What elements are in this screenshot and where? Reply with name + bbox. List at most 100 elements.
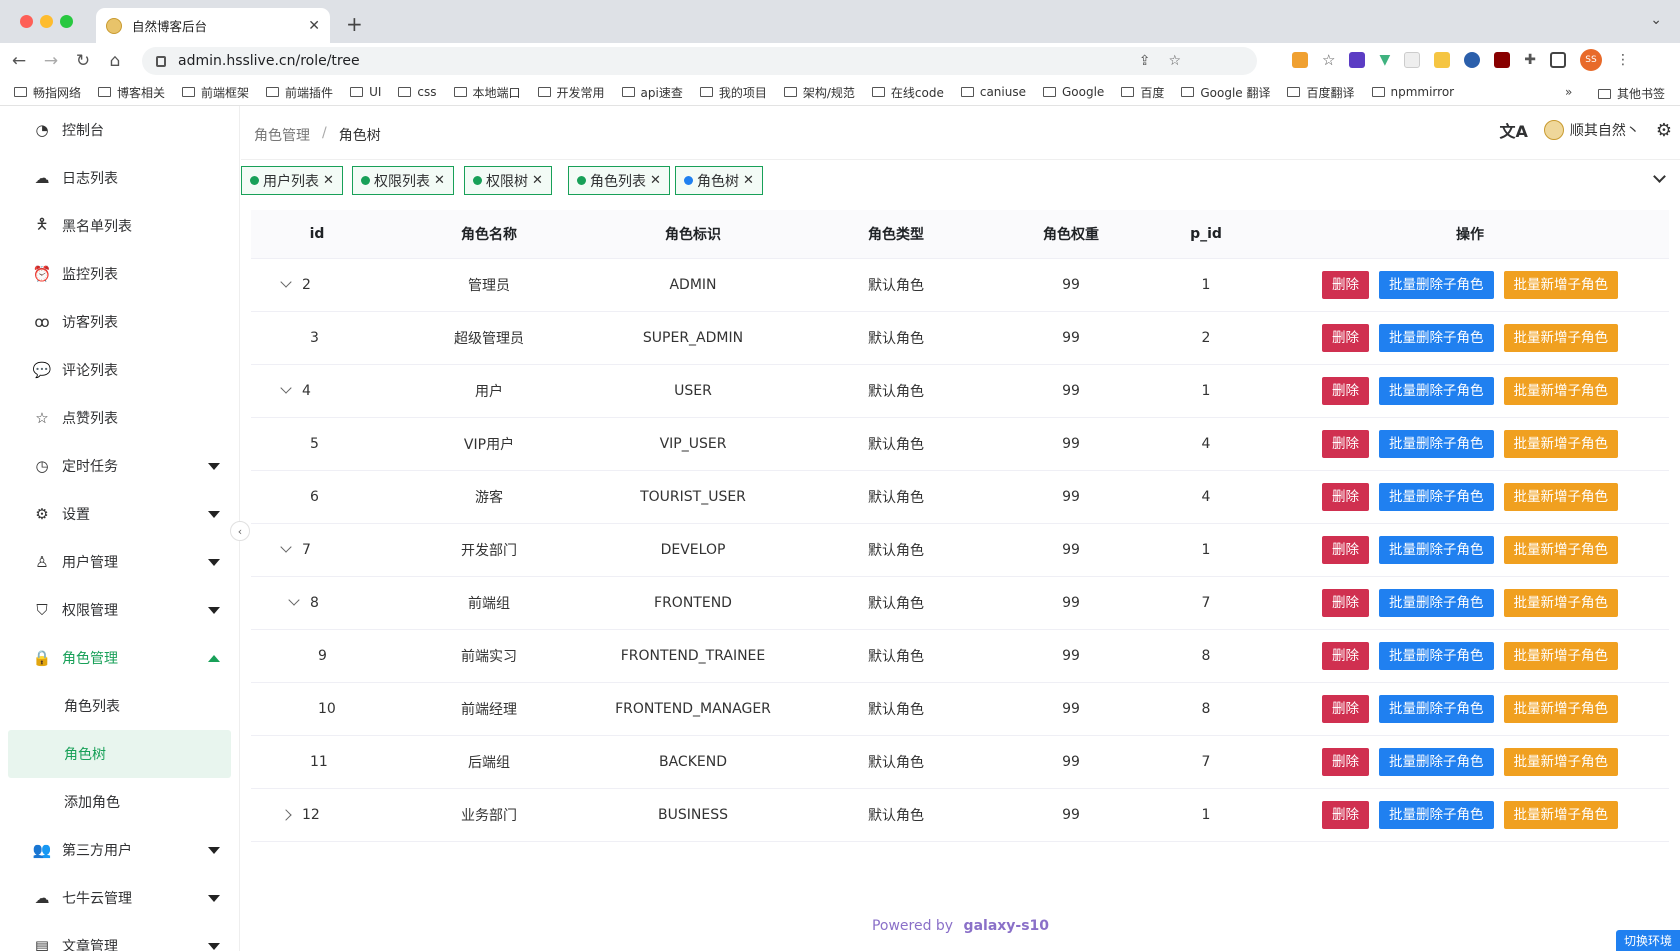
breadcrumb-parent[interactable]: 角色管理 bbox=[254, 125, 310, 145]
batch-add-children-button[interactable]: 批量新增子角色 bbox=[1503, 694, 1618, 723]
sidebar-item[interactable]: ♙ 用户管理 bbox=[0, 538, 239, 586]
forward-icon[interactable]: → bbox=[38, 51, 64, 71]
reload-icon[interactable]: ↻ bbox=[70, 51, 96, 71]
close-window-icon[interactable] bbox=[20, 15, 33, 28]
delete-button[interactable]: 删除 bbox=[1322, 535, 1369, 564]
star-extension-icon[interactable]: ☆ bbox=[1322, 51, 1335, 69]
batch-delete-children-button[interactable]: 批量删除子角色 bbox=[1379, 429, 1494, 458]
bookmark-item[interactable]: 前端插件 bbox=[266, 84, 333, 101]
batch-add-children-button[interactable]: 批量新增子角色 bbox=[1503, 270, 1618, 299]
tag-close-icon[interactable]: ✕ bbox=[323, 173, 334, 188]
batch-add-children-button[interactable]: 批量新增子角色 bbox=[1503, 376, 1618, 405]
side-panel-icon[interactable] bbox=[1549, 52, 1566, 68]
bookmark-item[interactable]: 博客相关 bbox=[98, 84, 165, 101]
sidebar-subitem[interactable]: 添加角色 bbox=[0, 778, 239, 826]
sidebar-item[interactable]: ▤ 文章管理 bbox=[0, 922, 239, 951]
collapse-sidebar-button[interactable]: ‹ bbox=[230, 521, 250, 541]
extension-icon[interactable] bbox=[1349, 52, 1366, 68]
batch-delete-children-button[interactable]: 批量删除子角色 bbox=[1379, 747, 1494, 776]
sidebar-item[interactable]: ☁ 七牛云管理 bbox=[0, 874, 239, 922]
delete-button[interactable]: 删除 bbox=[1322, 270, 1369, 299]
bookmark-item[interactable]: caniuse bbox=[960, 85, 1026, 99]
switch-env-button[interactable]: 切换环境 bbox=[1616, 930, 1680, 951]
profile-avatar[interactable]: SS bbox=[1579, 49, 1602, 71]
sidebar-item[interactable]: ☁ 日志列表 bbox=[0, 154, 239, 202]
tag-close-icon[interactable]: ✕ bbox=[434, 173, 445, 188]
extension-icon[interactable] bbox=[1464, 52, 1481, 68]
tag-close-icon[interactable]: ✕ bbox=[532, 173, 543, 188]
sidebar-item[interactable]: 🔒 角色管理 bbox=[0, 634, 239, 682]
sidebar-item[interactable]: 🯅 黑名单列表 bbox=[0, 202, 239, 250]
share-icon[interactable]: ⇪ bbox=[1139, 53, 1151, 69]
bookmark-item[interactable]: css bbox=[398, 85, 437, 99]
batch-delete-children-button[interactable]: 批量删除子角色 bbox=[1379, 323, 1494, 352]
tab-tag[interactable]: 角色树 ✕ bbox=[675, 166, 763, 195]
tab-tag[interactable]: 用户列表 ✕ bbox=[241, 166, 343, 195]
chevron-down-icon[interactable] bbox=[280, 541, 292, 553]
bookmark-item[interactable]: 本地端口 bbox=[453, 84, 521, 101]
batch-add-children-button[interactable]: 批量新增子角色 bbox=[1503, 641, 1618, 670]
bookmark-item[interactable]: UI bbox=[350, 85, 381, 99]
batch-delete-children-button[interactable]: 批量删除子角色 bbox=[1379, 694, 1494, 723]
delete-button[interactable]: 删除 bbox=[1322, 429, 1369, 458]
bookmark-item[interactable]: 开发常用 bbox=[537, 84, 605, 101]
maximize-window-icon[interactable] bbox=[60, 15, 73, 28]
batch-delete-children-button[interactable]: 批量删除子角色 bbox=[1379, 535, 1494, 564]
bookmark-star-icon[interactable]: ☆ bbox=[1168, 53, 1181, 69]
batch-delete-children-button[interactable]: 批量删除子角色 bbox=[1379, 270, 1494, 299]
tag-close-icon[interactable]: ✕ bbox=[650, 173, 661, 188]
batch-delete-children-button[interactable]: 批量删除子角色 bbox=[1379, 641, 1494, 670]
sidebar-item[interactable]: ꝏ 访客列表 bbox=[0, 298, 239, 346]
chevron-right-icon[interactable] bbox=[280, 808, 292, 821]
delete-button[interactable]: 删除 bbox=[1322, 376, 1369, 405]
sidebar-item[interactable]: 💬 评论列表 bbox=[0, 346, 239, 394]
batch-add-children-button[interactable]: 批量新增子角色 bbox=[1503, 588, 1618, 617]
batch-delete-children-button[interactable]: 批量删除子角色 bbox=[1379, 588, 1494, 617]
bookmark-item[interactable]: 畅指网络 bbox=[14, 84, 81, 101]
extension-icon[interactable] bbox=[1292, 52, 1308, 68]
batch-add-children-button[interactable]: 批量新增子角色 bbox=[1503, 800, 1618, 829]
footer-brand-link[interactable]: galaxy-s10 bbox=[964, 918, 1050, 934]
tab-search-icon[interactable]: ⌄ bbox=[1650, 12, 1662, 28]
batch-add-children-button[interactable]: 批量新增子角色 bbox=[1503, 323, 1618, 352]
minimize-window-icon[interactable] bbox=[40, 15, 53, 28]
tab-tag[interactable]: 角色列表 ✕ bbox=[568, 166, 670, 195]
sidebar-item[interactable]: ◔ 控制台 bbox=[0, 106, 239, 154]
sidebar-item[interactable]: ◷ 定时任务 bbox=[0, 442, 239, 490]
delete-button[interactable]: 删除 bbox=[1322, 641, 1369, 670]
vue-devtools-icon[interactable]: ▼ bbox=[1379, 52, 1390, 68]
bookmark-item[interactable]: 前端框架 bbox=[182, 84, 249, 101]
delete-button[interactable]: 删除 bbox=[1322, 323, 1369, 352]
sidebar-subitem[interactable]: 角色树 bbox=[8, 730, 231, 778]
batch-delete-children-button[interactable]: 批量删除子角色 bbox=[1379, 376, 1494, 405]
home-icon[interactable]: ⌂ bbox=[102, 51, 128, 71]
bookmark-item[interactable]: 架构/规范 bbox=[783, 84, 855, 101]
batch-add-children-button[interactable]: 批量新增子角色 bbox=[1503, 429, 1618, 458]
chevron-down-icon[interactable] bbox=[1653, 170, 1666, 183]
batch-add-children-button[interactable]: 批量新增子角色 bbox=[1503, 535, 1618, 564]
bookmark-item[interactable]: Google bbox=[1043, 85, 1104, 99]
browser-tab[interactable]: 自然博客后台 ✕ bbox=[96, 8, 330, 43]
batch-add-children-button[interactable]: 批量新增子角色 bbox=[1503, 482, 1618, 511]
chevron-down-icon[interactable] bbox=[280, 382, 292, 394]
bookmark-item[interactable]: 在线code bbox=[871, 84, 944, 101]
more-menu-icon[interactable]: ⋮ bbox=[1616, 52, 1630, 68]
extension-icon[interactable] bbox=[1404, 52, 1421, 68]
sidebar-item[interactable]: ⛉ 权限管理 bbox=[0, 586, 239, 634]
delete-button[interactable]: 删除 bbox=[1322, 800, 1369, 829]
ublock-icon[interactable] bbox=[1494, 52, 1511, 68]
translate-icon[interactable]: 文A bbox=[1499, 118, 1527, 142]
chevron-down-icon[interactable] bbox=[288, 594, 300, 606]
tag-close-icon[interactable]: ✕ bbox=[743, 173, 754, 188]
back-icon[interactable]: ← bbox=[6, 51, 32, 71]
batch-add-children-button[interactable]: 批量新增子角色 bbox=[1503, 747, 1618, 776]
delete-button[interactable]: 删除 bbox=[1322, 747, 1369, 776]
extension-icon[interactable] bbox=[1434, 52, 1451, 68]
delete-button[interactable]: 删除 bbox=[1322, 694, 1369, 723]
sidebar-item[interactable]: 👥 第三方用户 bbox=[0, 826, 239, 874]
bookmark-item[interactable]: api速查 bbox=[621, 84, 683, 101]
puzzle-icon[interactable]: ✚ bbox=[1524, 52, 1536, 68]
sidebar-subitem[interactable]: 角色列表 bbox=[0, 682, 239, 730]
other-bookmarks[interactable]: 其他书签 bbox=[1598, 85, 1665, 102]
delete-button[interactable]: 删除 bbox=[1322, 588, 1369, 617]
